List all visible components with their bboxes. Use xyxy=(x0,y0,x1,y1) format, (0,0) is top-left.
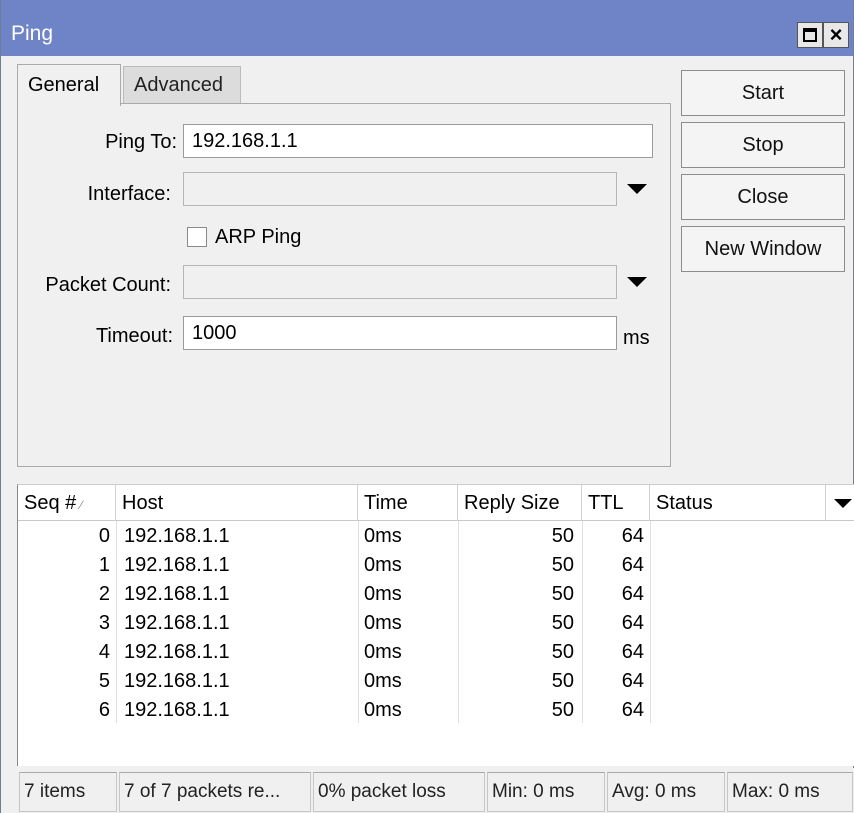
timeout-label: Timeout: xyxy=(95,325,173,347)
maximize-button[interactable] xyxy=(797,22,823,48)
sort-indicator-icon: ∕ xyxy=(80,498,83,512)
cell-host: 192.168.1.1 xyxy=(124,641,230,663)
status-min: Min: 0 ms xyxy=(487,772,605,812)
maximize-icon xyxy=(803,28,817,42)
cell-seq: 3 xyxy=(98,612,110,634)
cell-reply-size: 50 xyxy=(551,583,574,605)
table-row[interactable]: 3 192.168.1.1 0ms 50 64 xyxy=(18,609,854,638)
cell-host: 192.168.1.1 xyxy=(124,699,230,721)
status-max: Max: 0 ms xyxy=(727,772,853,812)
column-header-host[interactable]: Host xyxy=(116,485,358,521)
status-avg: Avg: 0 ms xyxy=(607,772,725,812)
cell-reply-size: 50 xyxy=(551,699,574,721)
arp-ping-label: ARP Ping xyxy=(215,226,302,248)
cell-ttl: 64 xyxy=(621,670,644,692)
cell-seq: 2 xyxy=(98,583,110,605)
cell-host: 192.168.1.1 xyxy=(124,525,230,547)
table-row[interactable]: 0 192.168.1.1 0ms 50 64 xyxy=(18,522,854,551)
window-title: Ping xyxy=(11,22,54,45)
cell-host: 192.168.1.1 xyxy=(124,670,230,692)
packet-count-select[interactable] xyxy=(183,265,617,299)
status-bar: 7 items 7 of 7 packets re... 0% packet l… xyxy=(15,768,854,813)
cell-time: 0ms xyxy=(364,554,402,576)
packet-count-dropdown-arrow-icon[interactable] xyxy=(627,277,647,287)
cell-ttl: 64 xyxy=(621,554,644,576)
results-table: Seq # ∕ Host Time Reply Size TTL Status 0… xyxy=(17,484,854,766)
cell-ttl: 64 xyxy=(621,612,644,634)
stop-button[interactable]: Stop xyxy=(681,122,845,168)
packet-count-label: Packet Count: xyxy=(45,274,171,296)
start-button[interactable]: Start xyxy=(681,70,845,116)
cell-time: 0ms xyxy=(364,641,402,663)
status-item-count: 7 items xyxy=(19,772,117,812)
cell-host: 192.168.1.1 xyxy=(124,554,230,576)
cell-ttl: 64 xyxy=(621,641,644,663)
cell-host: 192.168.1.1 xyxy=(124,583,230,605)
column-header-time[interactable]: Time xyxy=(358,485,458,521)
new-window-button[interactable]: New Window xyxy=(681,226,845,272)
cell-host: 192.168.1.1 xyxy=(124,612,230,634)
ping-to-input[interactable]: 192.168.1.1 xyxy=(183,124,653,158)
interface-dropdown-arrow-icon[interactable] xyxy=(627,184,647,194)
cell-ttl: 64 xyxy=(621,699,644,721)
cell-reply-size: 50 xyxy=(551,554,574,576)
arp-ping-checkbox[interactable] xyxy=(187,227,207,247)
close-button[interactable]: Close xyxy=(681,174,845,220)
status-packet-loss: 0% packet loss xyxy=(313,772,485,812)
column-header-reply-size[interactable]: Reply Size xyxy=(458,485,582,521)
cell-seq: 0 xyxy=(98,525,110,547)
timeout-input[interactable]: 1000 xyxy=(183,316,617,350)
ping-to-label: Ping To: xyxy=(105,131,177,153)
cell-ttl: 64 xyxy=(621,525,644,547)
close-icon: × xyxy=(829,22,843,47)
table-row[interactable]: 4 192.168.1.1 0ms 50 64 xyxy=(18,638,854,667)
cell-reply-size: 50 xyxy=(551,641,574,663)
table-row[interactable]: 6 192.168.1.1 0ms 50 64 xyxy=(18,696,854,725)
timeout-unit: ms xyxy=(623,327,650,349)
cell-seq: 6 xyxy=(98,699,110,721)
title-bar[interactable]: Ping × xyxy=(1,0,853,56)
table-row[interactable]: 5 192.168.1.1 0ms 50 64 xyxy=(18,667,854,696)
ping-window: Ping × General Advanced Ping To: 192.168… xyxy=(0,0,854,813)
column-header-ttl[interactable]: TTL xyxy=(582,485,650,521)
column-menu-arrow-icon[interactable] xyxy=(834,499,852,508)
cell-seq: 1 xyxy=(98,554,110,576)
interface-label: Interface: xyxy=(87,183,171,205)
cell-reply-size: 50 xyxy=(551,670,574,692)
cell-time: 0ms xyxy=(364,583,402,605)
cell-time: 0ms xyxy=(364,699,402,721)
table-row[interactable]: 2 192.168.1.1 0ms 50 64 xyxy=(18,580,854,609)
cell-reply-size: 50 xyxy=(551,612,574,634)
cell-ttl: 64 xyxy=(621,583,644,605)
cell-time: 0ms xyxy=(364,612,402,634)
cell-time: 0ms xyxy=(364,670,402,692)
tab-general[interactable]: General xyxy=(17,64,121,106)
status-received: 7 of 7 packets re... xyxy=(119,772,311,812)
cell-seq: 4 xyxy=(98,641,110,663)
table-header: Seq # ∕ Host Time Reply Size TTL Status xyxy=(18,485,854,521)
tab-advanced[interactable]: Advanced xyxy=(123,66,241,104)
column-header-seq[interactable]: Seq # ∕ xyxy=(18,485,116,521)
cell-reply-size: 50 xyxy=(551,525,574,547)
interface-select[interactable] xyxy=(183,172,617,206)
cell-time: 0ms xyxy=(364,525,402,547)
cell-seq: 5 xyxy=(98,670,110,692)
column-header-status[interactable]: Status xyxy=(650,485,826,521)
table-row[interactable]: 1 192.168.1.1 0ms 50 64 xyxy=(18,551,854,580)
close-window-button[interactable]: × xyxy=(823,22,849,48)
